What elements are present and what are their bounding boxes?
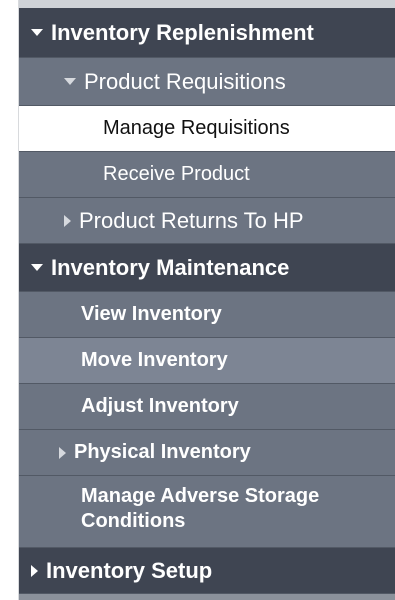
caret-right-icon — [64, 214, 71, 227]
item-label: View Inventory — [81, 303, 222, 325]
menu-item-manage-adverse-storage-conditions[interactable]: Manage Adverse Storage Conditions — [19, 476, 395, 548]
menu-group-product-returns[interactable]: Product Returns To HP — [19, 198, 395, 244]
menu-section-inventory-maintenance[interactable]: Inventory Maintenance — [19, 244, 395, 292]
menu-bottom-edge — [19, 594, 395, 600]
menu-group-product-requisitions[interactable]: Product Requisitions — [19, 58, 395, 106]
side-navigation-menu: Inventory Replenishment Product Requisit… — [18, 0, 395, 600]
caret-down-icon — [31, 29, 43, 36]
menu-item-manage-requisitions[interactable]: Manage Requisitions — [19, 106, 395, 152]
menu-top-edge — [19, 0, 395, 8]
caret-right-icon — [59, 446, 66, 459]
item-label: Manage Requisitions — [103, 117, 290, 139]
section-label: Inventory Setup — [46, 557, 213, 583]
caret-down-icon — [31, 264, 43, 271]
caret-right-icon — [31, 564, 38, 577]
section-label: Inventory Maintenance — [51, 254, 290, 280]
caret-down-icon — [64, 78, 76, 85]
menu-item-receive-product[interactable]: Receive Product — [19, 152, 395, 198]
menu-item-adjust-inventory[interactable]: Adjust Inventory — [19, 384, 395, 430]
item-label: Receive Product — [103, 163, 250, 185]
menu-item-move-inventory[interactable]: Move Inventory — [19, 338, 395, 384]
item-label: Manage Adverse Storage Conditions — [81, 485, 320, 532]
menu-group-physical-inventory[interactable]: Physical Inventory — [19, 430, 395, 476]
item-label: Move Inventory — [81, 349, 228, 371]
group-label: Product Requisitions — [84, 68, 286, 94]
item-label: Physical Inventory — [74, 441, 251, 463]
menu-section-inventory-replenishment[interactable]: Inventory Replenishment — [19, 8, 395, 58]
menu-item-view-inventory[interactable]: View Inventory — [19, 292, 395, 338]
section-label: Inventory Replenishment — [51, 19, 314, 45]
menu-section-inventory-setup[interactable]: Inventory Setup — [19, 548, 395, 594]
item-label: Adjust Inventory — [81, 395, 239, 417]
group-label: Product Returns To HP — [79, 207, 304, 233]
